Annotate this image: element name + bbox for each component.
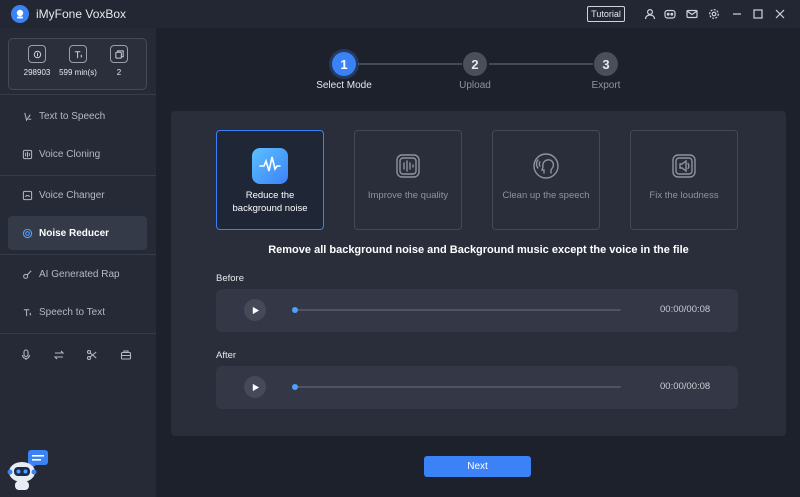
sidebar-item-noise-reducer[interactable]: Noise Reducer [8, 216, 147, 250]
waveform-icon [252, 148, 288, 184]
speech-to-text-icon [23, 308, 31, 316]
app-title: iMyFone VoxBox [36, 7, 127, 21]
mode-description: Remove all background noise and Backgrou… [268, 244, 689, 256]
close-icon[interactable] [772, 6, 788, 22]
step-connector [489, 63, 593, 65]
microphone-icon[interactable] [19, 348, 33, 362]
sidebar-item-label: AI Generated Rap [39, 268, 120, 280]
sidebar-item-label: Voice Cloning [39, 148, 101, 160]
audio-progress-knob[interactable] [292, 384, 298, 390]
audio-progress-track[interactable] [292, 307, 621, 313]
sidebar-item-text-to-speech[interactable]: Text to Speech [8, 99, 147, 133]
audio-progress-knob[interactable] [292, 307, 298, 313]
after-label: After [216, 350, 237, 361]
usage-stats-card: 298903 599 min(s) 2 [8, 38, 147, 90]
mode-label: Improve the quality [367, 190, 449, 201]
rap-icon [23, 269, 32, 279]
voice-changer-icon [22, 190, 33, 200]
mode-clean-up-speech[interactable]: Clean up the speech [492, 130, 600, 230]
next-button[interactable]: Next [424, 456, 531, 477]
sidebar-item-ai-generated-rap[interactable]: AI Generated Rap [8, 257, 147, 291]
equalizer-icon [390, 148, 426, 184]
speaker-icon [666, 148, 702, 184]
noise-reducer-icon [22, 228, 33, 238]
stat-characters: 298903 [15, 45, 59, 77]
sidebar-item-label: Speech to Text [39, 306, 105, 318]
play-button[interactable] [244, 376, 266, 398]
title-bar: iMyFone VoxBox Tutorial [0, 0, 800, 28]
copy-icon [110, 45, 128, 63]
stat-count: 2 [97, 45, 141, 77]
stat-value: 298903 [23, 68, 51, 77]
step-1-label: Select Mode [316, 80, 372, 91]
user-icon[interactable] [642, 6, 658, 22]
step-3-label: Export [591, 80, 621, 91]
mail-icon[interactable] [684, 6, 700, 22]
mode-fix-loudness[interactable]: Fix the loudness [630, 130, 738, 230]
before-audio-player: 00:00/00:08 [216, 289, 738, 332]
divider [0, 175, 156, 176]
toolbox-icon[interactable] [119, 348, 133, 362]
text-to-speech-icon [69, 45, 87, 63]
sidebar-item-speech-to-text[interactable]: Speech to Text [8, 295, 147, 329]
audio-time: 00:00/00:08 [660, 304, 711, 315]
mode-improve-quality[interactable]: Improve the quality [354, 130, 462, 230]
play-icon [252, 306, 259, 314]
speaking-head-icon [528, 148, 564, 184]
convert-icon[interactable] [52, 348, 66, 362]
stat-value: 2 [116, 68, 122, 77]
step-1-indicator: 1 [332, 52, 356, 76]
assistant-robot-icon[interactable] [6, 448, 50, 492]
mode-label: Clean up the speech [502, 190, 590, 201]
before-label: Before [216, 273, 244, 284]
audio-time: 00:00/00:08 [660, 381, 711, 392]
after-audio-player: 00:00/00:08 [216, 366, 738, 409]
audio-progress-track[interactable] [292, 384, 621, 390]
divider [0, 94, 156, 95]
stat-minutes: 599 min(s) [56, 45, 100, 77]
maximize-icon[interactable] [750, 6, 766, 22]
mode-label: Fix the loudness [649, 190, 719, 201]
stat-value: 599 min(s) [59, 68, 97, 77]
sidebar-item-label: Noise Reducer [39, 227, 110, 239]
divider [0, 254, 156, 255]
step-2-indicator: 2 [463, 52, 487, 76]
sidebar-item-voice-changer[interactable]: Voice Changer [8, 178, 147, 212]
text-to-speech-icon [24, 112, 32, 121]
settings-icon[interactable] [706, 6, 722, 22]
voice-tag-icon [28, 45, 46, 63]
step-2-label: Upload [459, 80, 491, 91]
play-icon [252, 383, 259, 391]
tutorial-button[interactable]: Tutorial [587, 6, 625, 22]
divider [0, 333, 156, 334]
cut-icon[interactable] [85, 348, 99, 362]
sidebar-item-voice-cloning[interactable]: Voice Cloning [8, 137, 147, 171]
minimize-icon[interactable] [729, 6, 745, 22]
voice-cloning-icon [22, 149, 33, 159]
mode-reduce-background-noise[interactable]: Reduce the background noise [216, 130, 324, 230]
step-3-indicator: 3 [594, 52, 618, 76]
mode-label: Reduce the background noise [232, 190, 308, 214]
play-button[interactable] [244, 299, 266, 321]
sidebar: 298903 599 min(s) 2 Text to Speech Voice… [0, 28, 156, 497]
discord-icon[interactable] [662, 6, 678, 22]
sidebar-item-label: Text to Speech [39, 110, 106, 122]
step-connector [358, 63, 462, 65]
app-logo-icon [11, 5, 29, 23]
sidebar-item-label: Voice Changer [39, 189, 105, 201]
